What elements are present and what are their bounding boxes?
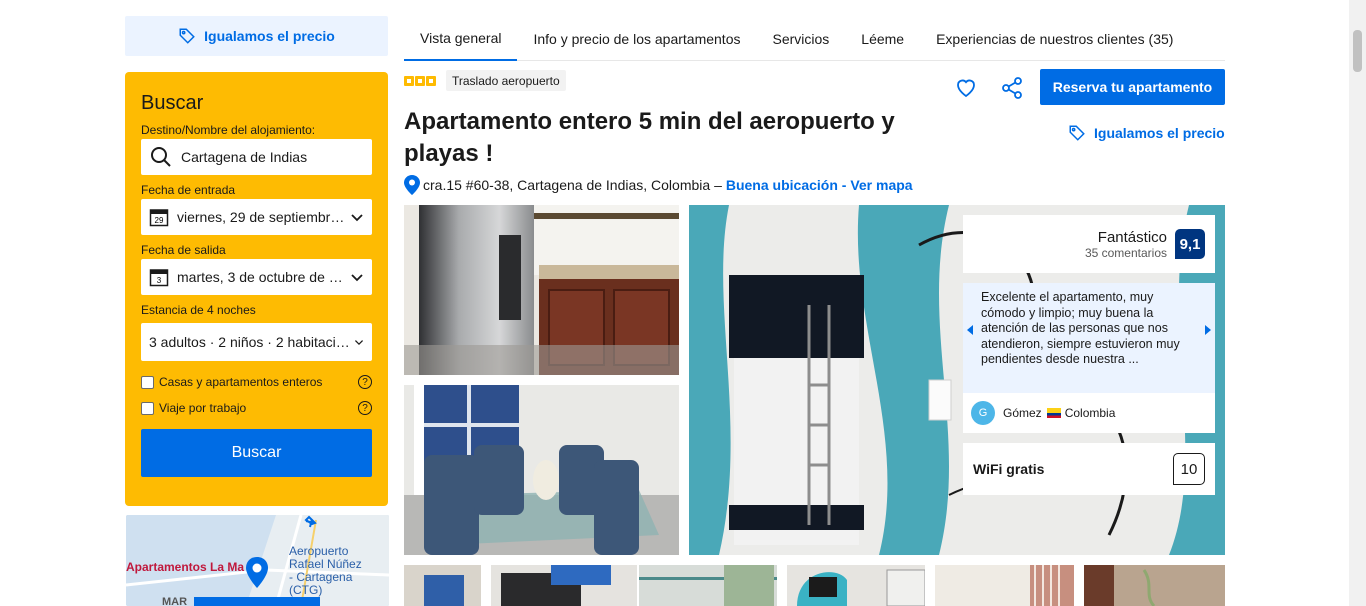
review-score-text: Fantástico 35 comentarios — [1085, 229, 1167, 260]
colombia-flag-icon — [1046, 408, 1061, 418]
guests-value: 3 adultos · 2 niños · 2 habitaciones — [149, 334, 350, 350]
calendar-icon: 3 — [149, 269, 169, 287]
avatar: G — [971, 401, 995, 425]
wifi-card: WiFi gratis 10 — [963, 443, 1215, 495]
tag-icon — [179, 28, 195, 44]
reviewer-row: G Gómez Colombia — [963, 393, 1215, 433]
thumbnail-photo[interactable] — [935, 565, 1074, 606]
help-icon[interactable]: ? — [358, 401, 372, 415]
checkin-field[interactable]: 29 viernes, 29 de septiembre de 2023 — [141, 199, 372, 235]
thumbnail-photo[interactable] — [404, 565, 481, 606]
review-quote-card: Excelente el apartamento, muy cómodo y l… — [963, 283, 1215, 433]
search-panel: Buscar Destino/Nombre del alojamiento: C… — [125, 72, 388, 506]
wifi-score: 10 — [1173, 453, 1205, 485]
checkout-field[interactable]: 3 martes, 3 de octubre de 2023 — [141, 259, 372, 295]
map-graphic: Apartamentos La Ma Aeropuerto Rafael Núñ… — [126, 515, 389, 606]
review-count: 35 comentarios — [1084, 245, 1167, 260]
page-scrollbar[interactable] — [1349, 0, 1366, 606]
price-match-banner[interactable]: Igualamos el precio — [125, 16, 388, 56]
tab-reviews[interactable]: Experiencias de nuestros clientes (35) — [920, 16, 1189, 61]
map-thumbnail[interactable]: Apartamentos La Ma Aeropuerto Rafael Núñ… — [126, 515, 389, 606]
scrollbar-thumb[interactable] — [1353, 30, 1362, 72]
guests-select[interactable]: 3 adultos · 2 niños · 2 habitaciones — [141, 323, 372, 361]
photo-dining[interactable] — [404, 385, 679, 555]
review-word: Fantástico — [1097, 228, 1167, 246]
star-icon — [415, 76, 425, 86]
map-label-street: MAR — [162, 596, 187, 606]
homes-checkbox-row: Casas y apartamentos enteros ? — [141, 373, 372, 391]
destination-label: Destino/Nombre del alojamiento: — [141, 123, 316, 137]
homes-checkbox[interactable] — [141, 375, 154, 389]
work-checkbox-row: Viaje por trabajo ? — [141, 399, 372, 417]
destination-value: Cartagena de Indias — [181, 149, 308, 165]
checkin-value: viernes, 29 de septiembre de 2023 — [177, 209, 346, 225]
destination-input[interactable]: Cartagena de Indias — [141, 139, 372, 175]
price-match-right-label: Igualamos el precio — [1094, 125, 1225, 141]
chevron-down-icon — [354, 340, 364, 346]
dining-image — [404, 385, 679, 555]
review-score-badge: 9,1 — [1175, 229, 1205, 259]
tab-house-rules[interactable]: Léeme — [845, 16, 920, 61]
price-match-label: Igualamos el precio — [204, 28, 335, 44]
thumbnail-photo[interactable] — [639, 565, 777, 606]
homes-checkbox-label[interactable]: Casas y apartamentos enteros — [159, 375, 358, 389]
review-quote: Excelente el apartamento, muy cómodo y l… — [981, 290, 1180, 366]
calendar-icon: 29 — [149, 209, 169, 227]
address-text: cra.15 #60-38, Cartagena de Indias, Colo… — [423, 177, 722, 193]
checkout-label: Fecha de salida — [141, 243, 226, 257]
page: Igualamos el precio Buscar Destino/Nombr… — [0, 0, 1366, 606]
help-icon[interactable]: ? — [358, 375, 372, 389]
location-pin-icon — [404, 175, 420, 195]
star-icon — [404, 76, 414, 86]
price-match-link[interactable]: Igualamos el precio — [1068, 124, 1225, 142]
tag-icon — [1069, 125, 1085, 141]
search-icon — [151, 147, 171, 167]
checkout-day: 3 — [157, 276, 162, 285]
reviewer-name: Gómez — [1003, 406, 1042, 420]
chevron-left-icon[interactable] — [963, 323, 977, 337]
search-title: Buscar — [141, 92, 204, 114]
map-label-hotel: Apartamentos La Ma — [126, 560, 244, 574]
share-icon[interactable] — [1000, 76, 1024, 100]
chevron-right-icon[interactable] — [1201, 323, 1215, 337]
heart-icon[interactable] — [954, 76, 978, 100]
work-checkbox-label[interactable]: Viaje por trabajo — [159, 401, 358, 415]
star-rating — [404, 76, 436, 86]
tab-overview[interactable]: Vista general — [404, 16, 518, 61]
checkin-label: Fecha de entrada — [141, 183, 236, 197]
wifi-label: WiFi gratis — [973, 461, 1045, 477]
search-button[interactable]: Buscar — [141, 429, 372, 477]
airport-transfer-badge: Traslado aeropuerto — [446, 70, 566, 91]
property-tabs: Vista general Info y precio de los apart… — [404, 16, 1225, 61]
photo-kitchen[interactable] — [404, 205, 679, 375]
tab-rooms-prices[interactable]: Info y precio de los apartamentos — [517, 16, 756, 61]
chevron-down-icon — [351, 214, 363, 222]
star-icon — [426, 76, 436, 86]
thumbnail-photo[interactable] — [1084, 565, 1225, 606]
reserve-button[interactable]: Reserva tu apartamento — [1040, 69, 1225, 105]
chevron-down-icon — [351, 274, 363, 282]
address-row: cra.15 #60-38, Cartagena de Indias, Colo… — [404, 175, 913, 195]
checkout-value: martes, 3 de octubre de 2023 — [177, 269, 346, 285]
kitchen-image — [404, 205, 679, 375]
tab-facilities[interactable]: Servicios — [756, 16, 845, 61]
reviewer-country: Colombia — [1064, 406, 1116, 420]
work-checkbox[interactable] — [141, 401, 154, 415]
stay-label: Estancia de 4 noches — [141, 303, 256, 317]
review-score-card[interactable]: Fantástico 35 comentarios 9,1 — [963, 215, 1215, 273]
checkin-day: 29 — [155, 216, 164, 225]
property-title: Apartamento entero 5 min del aeropuerto … — [404, 108, 895, 167]
thumbnail-photo[interactable] — [491, 565, 637, 606]
thumbnail-photo[interactable] — [787, 565, 925, 606]
view-map-link[interactable]: Buena ubicación - Ver mapa — [726, 177, 913, 193]
